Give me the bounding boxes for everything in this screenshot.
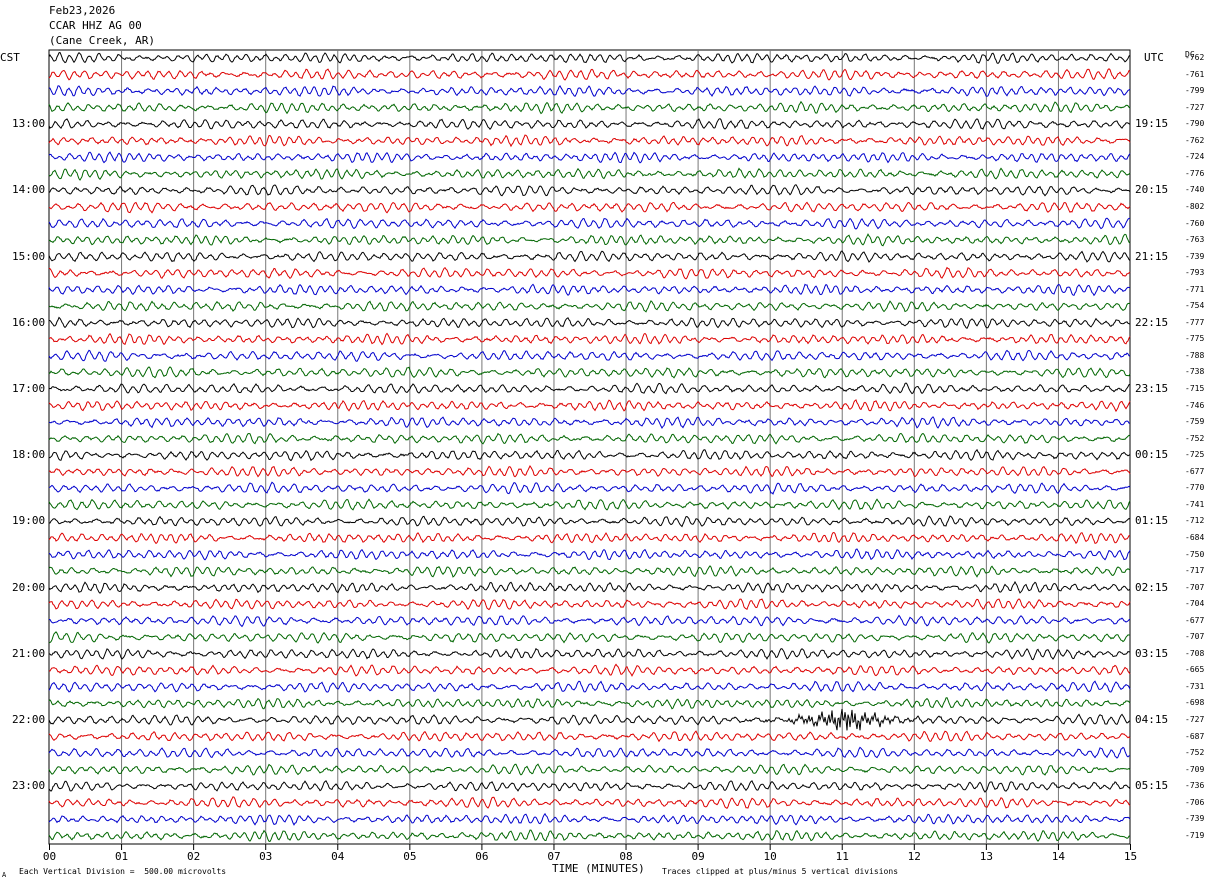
seismic-trace (48, 349, 1131, 362)
seismic-trace (48, 184, 1131, 197)
seismic-trace (48, 565, 1131, 578)
x-tick-label: 09 (691, 850, 704, 863)
seismic-trace (48, 300, 1131, 313)
seismic-trace (48, 448, 1131, 462)
x-tick-label: 12 (908, 850, 921, 863)
seismic-trace (48, 416, 1131, 430)
seismic-trace (48, 217, 1130, 230)
seismic-trace (49, 663, 1131, 677)
seismic-trace (48, 598, 1131, 611)
seismic-trace (48, 118, 1131, 130)
seismic-trace (48, 85, 1131, 97)
x-tick-label: 05 (403, 850, 416, 863)
x-tick-label: 04 (331, 850, 345, 863)
seismic-trace (48, 266, 1131, 280)
x-tick-label: 13 (980, 850, 993, 863)
seismic-trace (48, 51, 1131, 64)
helicorder-plot: 00 01 02 03 04 05 06 07 08 09 10 11 12 13 14 15 (43, 49, 1137, 863)
seismic-trace (48, 531, 1131, 545)
seismic-trace (48, 100, 1131, 115)
seismic-trace (48, 763, 1131, 776)
seismic-trace (48, 680, 1131, 693)
seismic-trace (48, 151, 1131, 164)
scale-note: Each Vertical Division = 500.00 microvol… (19, 867, 227, 876)
seismic-trace (48, 697, 1131, 710)
seismic-trace (48, 366, 1131, 379)
seismic-trace (48, 432, 1131, 445)
seismic-trace (48, 250, 1131, 263)
seismic-trace (48, 647, 1131, 661)
seismic-trace (49, 515, 1131, 528)
seismic-trace (48, 580, 1131, 594)
seismic-trace (48, 708, 1131, 731)
clip-note: Traces clipped at plus/minus 5 vertical … (662, 867, 899, 876)
seismic-trace (48, 382, 1131, 395)
seismic-trace (49, 614, 1131, 628)
corner-mark: A (2, 871, 7, 879)
x-tick-label: 00 (43, 850, 56, 863)
seismic-trace (48, 233, 1131, 247)
seismic-trace (48, 796, 1131, 809)
x-tick-label: 10 (764, 850, 777, 863)
plot-frame (48, 49, 1131, 845)
seismic-trace (48, 167, 1131, 181)
x-tick-label: 15 (1124, 850, 1137, 863)
seismic-trace (48, 498, 1131, 511)
seismic-trace (48, 780, 1131, 793)
seismic-trace (48, 134, 1131, 148)
x-tick-label: 11 (836, 850, 849, 863)
seismic-trace (48, 399, 1131, 413)
seismic-trace (48, 465, 1131, 478)
x-tick-label: 03 (259, 850, 272, 863)
seismic-trace (48, 201, 1131, 214)
seismic-trace (48, 283, 1131, 297)
seismic-trace (48, 829, 1131, 843)
seismic-trace (48, 548, 1131, 561)
seismic-trace (48, 332, 1131, 346)
x-tick-label: 02 (187, 850, 200, 863)
seismic-trace (48, 730, 1131, 743)
seismic-trace (48, 316, 1131, 330)
seismic-trace (48, 68, 1131, 81)
x-tick-label: 01 (115, 850, 128, 863)
seismic-trace (48, 812, 1131, 826)
seismic-trace (48, 631, 1130, 644)
x-axis-title: TIME (MINUTES) (552, 862, 645, 875)
x-tick-label: 06 (475, 850, 488, 863)
x-tick-label: 14 (1052, 850, 1066, 863)
seismic-trace (48, 481, 1131, 495)
seismic-trace (48, 746, 1131, 759)
